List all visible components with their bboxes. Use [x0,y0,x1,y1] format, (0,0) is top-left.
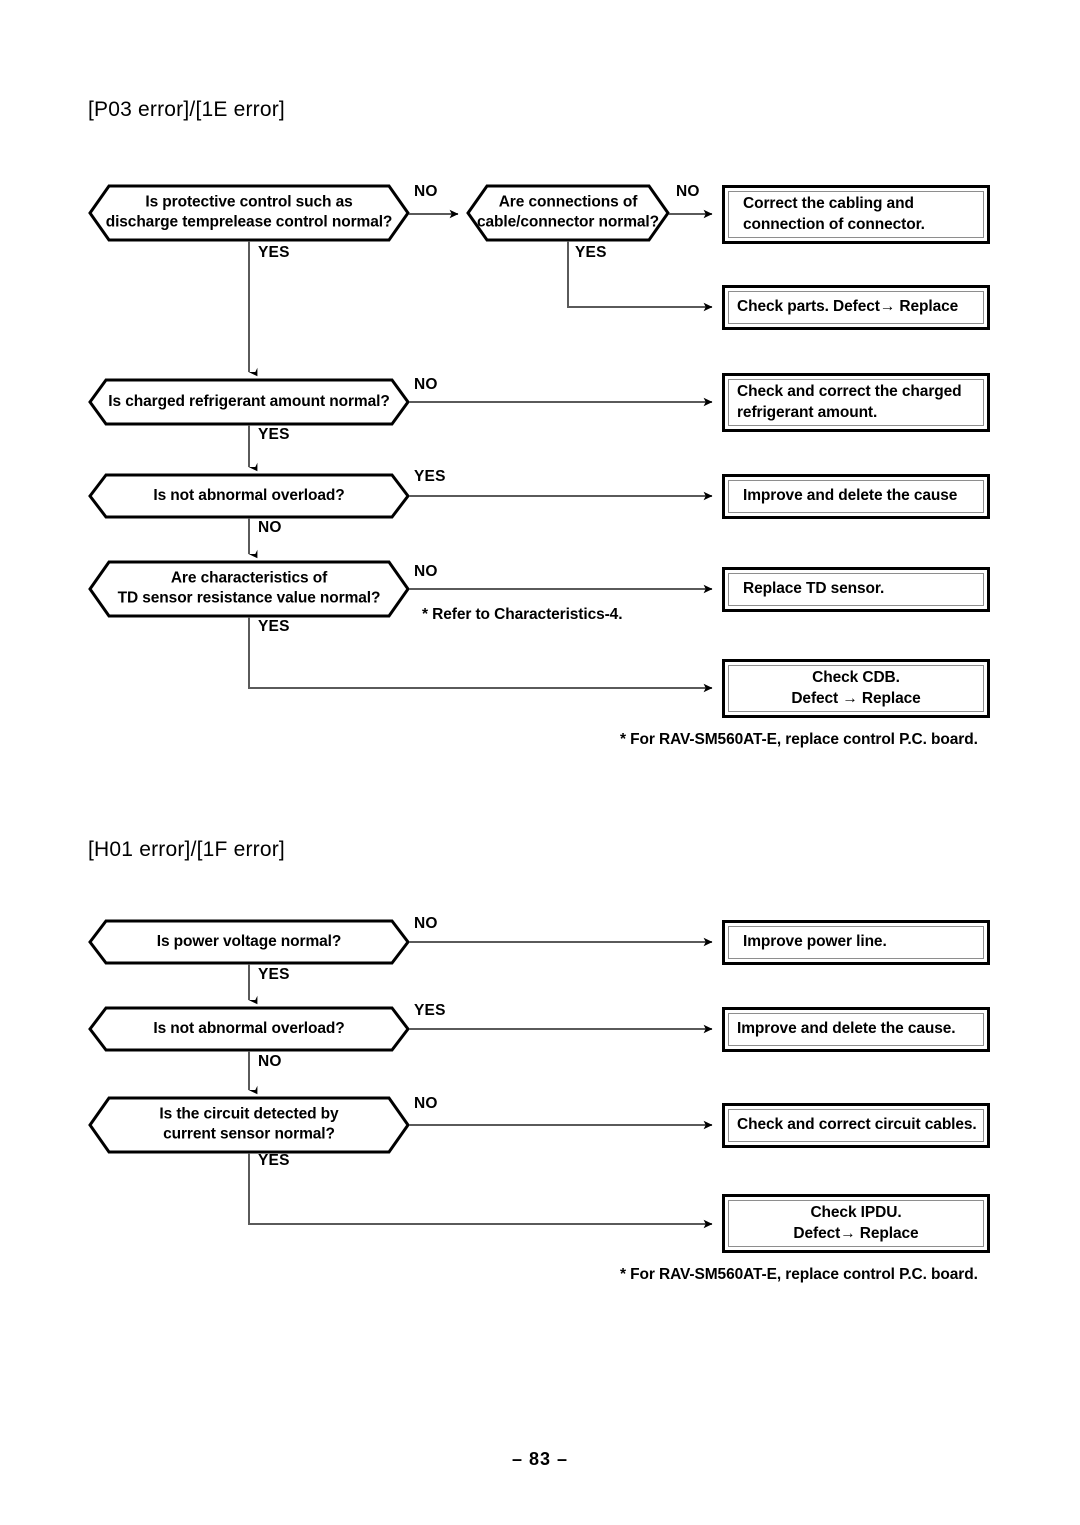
branch-label-d4-yes: YES [414,468,446,485]
action-box-inner: Check IPDU. Defect→ Replace [728,1200,984,1247]
action-box-inner: Check CDB. Defect → Replace [728,665,984,712]
branch-label-e2-no: NO [258,1053,282,1070]
branch-label-d1-no: NO [414,183,438,200]
wire-d5-yes [248,617,713,693]
decision-5: Are characteristics of TD sensor resista… [90,562,408,616]
note-rav-sm560at-e-1: * For RAV-SM560AT-E, replace control P.C… [620,731,978,748]
decision-2: Are connections of cable/connector norma… [468,186,668,240]
action-box-check-ipdu-label: Check IPDU. Defect→ Replace [793,1204,919,1242]
decision-3-label: Is charged refrigerant amount normal? [108,392,390,410]
branch-label-d5-no: NO [414,563,438,580]
action-box-check-refrigerant-label: Check and correct the charged refrigeran… [737,383,962,421]
action-box-inner: Replace TD sensor. [728,573,984,606]
decision-1-label: Is protective control such as discharge … [105,193,393,231]
decision-4-label: Is not abnormal overload? [153,486,345,504]
action-box-correct-cabling-label: Correct the cabling and connection of co… [743,195,925,233]
branch-label-d1-yes: YES [258,244,290,261]
action-box-check-parts: Check parts. Defect→ Replace [722,285,990,330]
action-box-improve-delete-cause-2: Improve and delete the cause. [722,1007,990,1052]
branch-label-e3-no: NO [414,1095,438,1112]
action-box-correct-cabling: Correct the cabling and connection of co… [722,185,990,244]
action-box-check-refrigerant: Check and correct the charged refrigeran… [722,373,990,432]
action-box-inner: Improve and delete the cause [728,480,984,513]
action-box-check-cdb-label: Check CDB. Defect → Replace [791,669,921,707]
action-box-inner: Improve power line. [728,926,984,959]
document-page: [P03 error]/[1E error] Is protective con… [0,0,1080,1525]
decision-8: Is the circuit detected by current senso… [90,1098,408,1152]
decision-4: Is not abnormal overload? [90,475,408,517]
action-box-check-cdb: Check CDB. Defect → Replace [722,659,990,718]
action-box-inner: Check and correct circuit cables. [728,1109,984,1142]
action-box-improve-power-line-label: Improve power line. [743,933,887,951]
section-title-h01: [H01 error]/[1F error] [88,838,285,861]
branch-label-d3-no: NO [414,376,438,393]
decision-6: Is power voltage normal? [90,921,408,963]
wire-e3-yes [248,1153,713,1229]
page-number: – 83 – [511,1449,569,1469]
action-box-improve-delete-cause-2-label: Improve and delete the cause. [737,1020,956,1038]
branch-label-d3-yes: YES [258,426,290,443]
branch-label-e3-yes: YES [258,1152,290,1169]
action-box-check-circuit-cables: Check and correct circuit cables. [722,1103,990,1148]
decision-1: Is protective control such as discharge … [90,186,408,240]
action-box-improve-delete-cause: Improve and delete the cause [722,474,990,519]
action-box-replace-td-sensor-label: Replace TD sensor. [743,580,885,598]
action-box-check-circuit-cables-label: Check and correct circuit cables. [737,1116,977,1134]
branch-label-d2-no: NO [676,183,700,200]
action-box-inner: Check and correct the charged refrigeran… [728,379,984,426]
action-box-check-parts-label: Check parts. Defect→ Replace [737,298,959,316]
branch-label-d4-no: NO [258,519,282,536]
action-box-inner: Check parts. Defect→ Replace [728,291,984,324]
decision-2-label: Are connections of cable/connector norma… [476,193,660,231]
decision-8-label: Is the circuit detected by current senso… [159,1105,339,1143]
action-box-improve-delete-cause-label: Improve and delete the cause [743,487,958,505]
decision-7: Is not abnormal overload? [90,1008,408,1050]
note-refer-characteristics: * Refer to Characteristics-4. [422,606,623,623]
action-box-improve-power-line: Improve power line. [722,920,990,965]
action-box-inner: Improve and delete the cause. [728,1013,984,1046]
action-box-replace-td-sensor: Replace TD sensor. [722,567,990,612]
decision-6-label: Is power voltage normal? [156,932,342,950]
action-box-inner: Correct the cabling and connection of co… [728,191,984,238]
note-rav-sm560at-e-2: * For RAV-SM560AT-E, replace control P.C… [620,1266,978,1283]
section-title-p03: [P03 error]/[1E error] [88,98,285,121]
branch-label-d2-yes: YES [575,244,607,261]
decision-5-label: Are characteristics of TD sensor resista… [117,569,381,607]
action-box-check-ipdu: Check IPDU. Defect→ Replace [722,1194,990,1253]
decision-7-label: Is not abnormal overload? [153,1019,345,1037]
branch-label-d5-yes: YES [258,618,290,635]
branch-label-e1-yes: YES [258,966,290,983]
branch-label-e2-yes: YES [414,1002,446,1019]
branch-label-e1-no: NO [414,915,438,932]
decision-3: Is charged refrigerant amount normal? [90,380,408,424]
